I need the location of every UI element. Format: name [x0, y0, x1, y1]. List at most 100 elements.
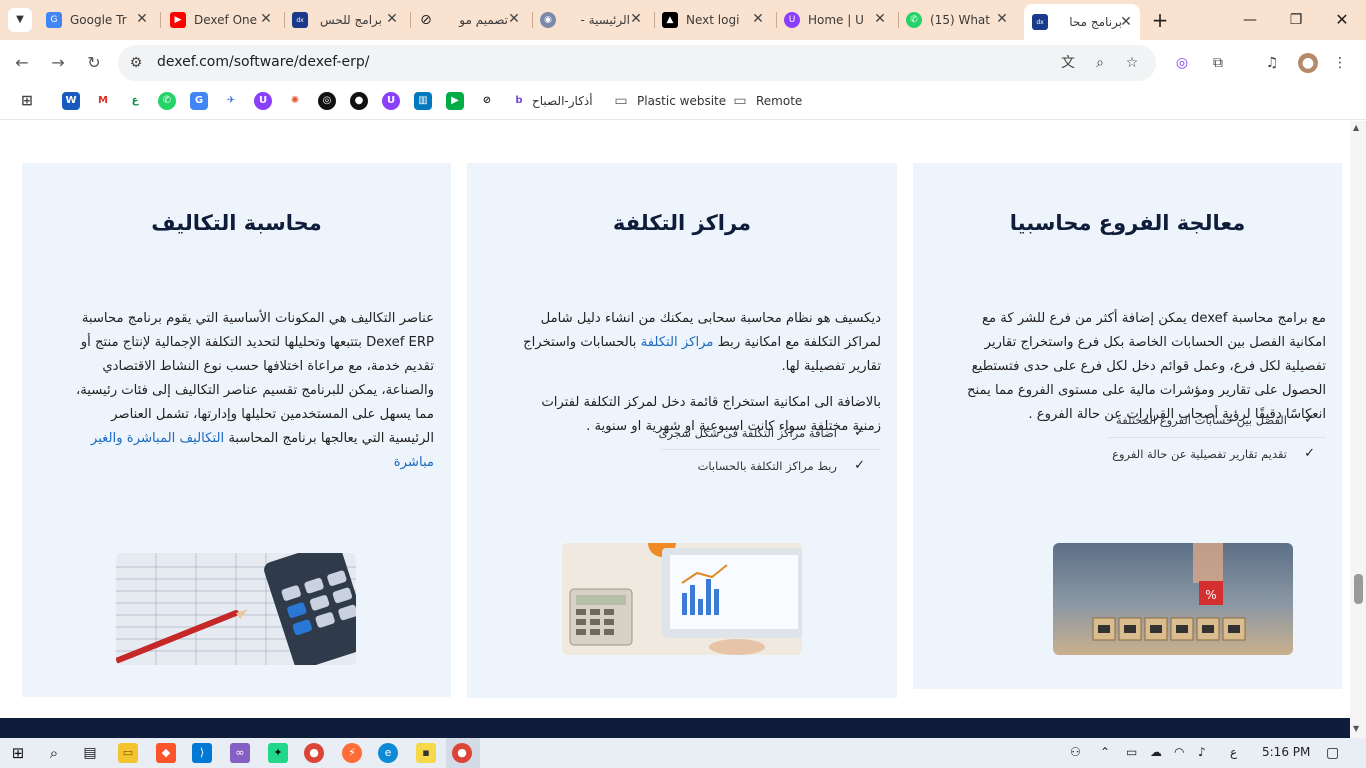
google-translate-icon[interactable]: G [190, 92, 208, 110]
tab-dexef-one[interactable]: ▶ Dexef One ✕ [170, 6, 280, 34]
cloud-icon[interactable]: ☁ [1150, 745, 1162, 759]
card-title: معالجة الفروع محاسبيا [1009, 211, 1246, 235]
close-icon[interactable]: ✕ [134, 11, 150, 27]
maximize-button[interactable]: ❐ [1284, 8, 1308, 32]
close-icon[interactable]: ✕ [750, 11, 766, 27]
scroll-up-arrow[interactable]: ▲ [1353, 123, 1359, 132]
back-button[interactable]: ← [10, 51, 34, 75]
tab-next-login[interactable]: ▲ Next logi ✕ [662, 6, 772, 34]
task-view-icon[interactable]: ▤ [80, 743, 100, 763]
minimize-button[interactable]: — [1238, 8, 1262, 32]
bookmark-remote[interactable]: Remote [756, 92, 802, 110]
sticky-notes-icon[interactable]: ▪ [416, 743, 436, 763]
close-icon[interactable]: ✕ [994, 11, 1010, 27]
media-controls-icon[interactable]: ♫ [1262, 53, 1282, 73]
close-icon[interactable]: ✕ [384, 11, 400, 27]
extensions-puzzle-icon[interactable]: ⧉ [1208, 53, 1228, 73]
edge-icon[interactable]: e [378, 743, 398, 763]
tab-strip: ▼ G Google Tr ✕ ▶ Dexef One ✕ dx برامج ل… [0, 0, 1366, 40]
whatsapp-icon[interactable]: ✆ [158, 92, 176, 110]
bookmark-bird-icon[interactable]: ✈ [222, 92, 240, 110]
cost-centers-link[interactable]: مراكز التكلفة [641, 335, 714, 350]
divider [662, 449, 880, 450]
word-icon[interactable]: W [62, 92, 80, 110]
tab-design[interactable]: ⊘ تصميم مو ✕ [418, 6, 528, 34]
pycharm-icon[interactable]: ✦ [268, 743, 288, 763]
tab-separator [284, 12, 285, 28]
brave-icon[interactable]: ◆ [156, 743, 176, 763]
sparkle-icon[interactable]: ✺ [286, 92, 304, 110]
folder-icon[interactable]: ▭ [731, 92, 749, 110]
bookmark-star-icon[interactable]: ☆ [1122, 53, 1142, 73]
people-icon[interactable]: ⚇ [1070, 745, 1081, 759]
search-icon[interactable]: ⌕ [44, 743, 64, 763]
bookmark-b-icon[interactable]: b [510, 92, 528, 110]
trello-icon[interactable]: ▥ [414, 92, 432, 110]
site-info-icon[interactable]: ⚙ [126, 53, 146, 73]
unicorn-icon[interactable]: U [254, 92, 272, 110]
close-icon[interactable]: ✕ [628, 11, 644, 27]
windows-start-icon[interactable]: ⊞ [8, 743, 28, 763]
postman-icon[interactable]: ⚡ [342, 743, 362, 763]
page-scrollbar[interactable] [1350, 121, 1366, 739]
vscode-icon[interactable]: ⟩ [192, 743, 212, 763]
openai-icon[interactable]: ◎ [318, 92, 336, 110]
close-icon[interactable]: ✕ [506, 11, 522, 27]
close-window-button[interactable]: ✕ [1330, 8, 1354, 32]
volume-icon[interactable]: ♪ [1198, 745, 1206, 759]
desc-line: تقديم خدمة، مع مراعاة اختلافها حسب نوع ا… [102, 359, 434, 374]
chrome-active-icon[interactable]: ● [452, 743, 472, 763]
notification-icon[interactable]: ▢ [1326, 745, 1339, 761]
close-icon[interactable]: ✕ [258, 11, 274, 27]
new-tab-button[interactable]: + [1148, 8, 1172, 32]
dexef-icon: dx [292, 12, 308, 28]
bookmark-azkar[interactable]: أذكار-الصباح [532, 92, 593, 110]
input-language[interactable]: ع [1230, 745, 1237, 759]
svg-text:%: % [1205, 588, 1216, 602]
tab-whatsapp[interactable]: ✆ (15) What ✕ [906, 6, 1016, 34]
tab-google-translate[interactable]: G Google Tr ✕ [46, 6, 156, 34]
battery-icon[interactable]: ▭ [1126, 745, 1137, 759]
unicorn-icon: U [784, 12, 800, 28]
clock-time[interactable]: 5:16 PM [1262, 745, 1310, 759]
youtube-icon: ▶ [170, 12, 186, 28]
menu-kebab-icon[interactable]: ⋮ [1330, 53, 1350, 73]
bookmark-plastic-website[interactable]: Plastic website [637, 92, 726, 110]
check-item: ✓ اضافة مراكز التكلفة فى شكل شجرى [610, 425, 865, 441]
tab-home-u[interactable]: U Home | U ✕ [784, 6, 894, 34]
profile-avatar[interactable]: ● [1298, 53, 1318, 73]
direct-indirect-costs-link[interactable]: التكاليف المباشرة والغير [91, 431, 224, 446]
close-icon[interactable]: ✕ [872, 11, 888, 27]
direct-indirect-costs-link-cont[interactable]: مباشرة [394, 455, 434, 470]
scrollbar-thumb[interactable] [1354, 574, 1363, 604]
tab-search-button[interactable]: ▼ [8, 8, 32, 32]
bookmark-green-icon[interactable]: ع [126, 92, 144, 110]
extension-ai-icon[interactable]: ◎ [1172, 53, 1192, 73]
url-text[interactable]: dexef.com/software/dexef-erp/ [157, 54, 369, 70]
apps-grid-icon[interactable]: ⊞ [18, 92, 36, 110]
close-icon[interactable]: ✕ [1118, 14, 1134, 30]
reload-button[interactable]: ↻ [82, 51, 106, 75]
folder-icon[interactable]: ▭ [612, 92, 630, 110]
chevron-up-icon[interactable]: ⌃ [1100, 745, 1110, 759]
zoom-icon[interactable]: ⌕ [1090, 53, 1110, 73]
tab-home-arabic[interactable]: ◉ الرئيسية - ✕ [540, 6, 650, 34]
meet-icon[interactable]: ▶ [446, 92, 464, 110]
check-icon: ✓ [1304, 412, 1315, 427]
tab-active-erp[interactable]: dx برنامج محا ✕ [1024, 4, 1140, 40]
unicorn-icon-2[interactable]: U [382, 92, 400, 110]
tab-accounting-programs[interactable]: dx برامج للحس ✕ [292, 6, 406, 34]
ai-icon[interactable]: ⊘ [478, 92, 496, 110]
dark-section-band [0, 718, 1350, 739]
chrome-icon[interactable]: ● [304, 743, 324, 763]
file-explorer-icon[interactable]: ▭ [118, 743, 138, 763]
translate-icon[interactable]: 文 [1058, 53, 1078, 73]
desc-line: الرئيسية التي يعالجها برنامج المحاسبة [224, 431, 434, 446]
scroll-down-arrow[interactable]: ▼ [1353, 724, 1359, 733]
desc-line: عناصر التكاليف هي المكونات الأساسية التي… [81, 311, 434, 326]
gmail-icon[interactable]: M [94, 92, 112, 110]
forward-button[interactable]: → [46, 51, 70, 75]
visual-studio-icon[interactable]: ∞ [230, 743, 250, 763]
github-icon[interactable]: ● [350, 92, 368, 110]
wifi-icon[interactable]: ◠ [1174, 745, 1184, 759]
